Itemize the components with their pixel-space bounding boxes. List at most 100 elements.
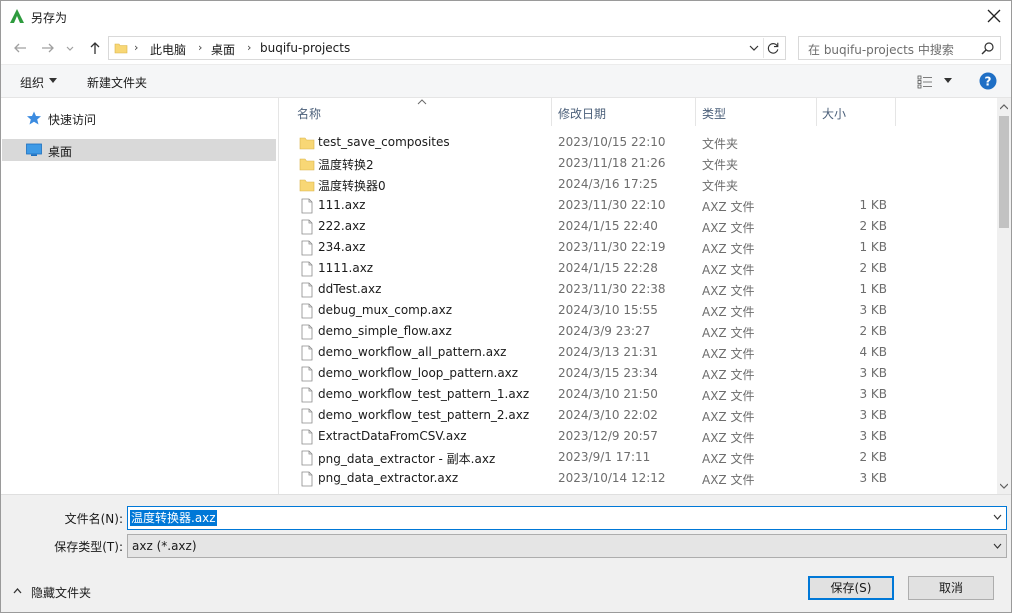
file-size: 1 KB	[859, 240, 887, 254]
nav-item-label: 快速访问	[48, 113, 97, 127]
new-folder-button[interactable]: 新建文件夹	[87, 74, 147, 91]
search-placeholder[interactable]: 在 buqifu-projects 中搜索	[808, 41, 954, 58]
filename-dropdown-icon[interactable]	[993, 514, 1002, 520]
vertical-scrollbar[interactable]	[997, 98, 1011, 494]
column-divider[interactable]	[895, 98, 896, 126]
table-row[interactable]: png_data_extractor.axz 2023/10/14 12:12 AX…	[281, 468, 997, 489]
chevron-up-icon[interactable]	[13, 588, 22, 594]
filetype-dropdown-icon[interactable]	[993, 543, 1002, 549]
back-arrow-icon[interactable]	[11, 39, 29, 57]
file-date: 2024/3/9 23:27	[558, 324, 651, 338]
file-size: 2 KB	[859, 261, 887, 275]
file-icon	[301, 324, 313, 340]
column-header-type[interactable]: 类型	[696, 98, 816, 126]
file-name: demo_simple_flow.axz	[318, 324, 452, 338]
breadcrumb-desktop[interactable]: 桌面	[211, 41, 235, 58]
file-type: AXZ 文件	[702, 473, 755, 487]
column-size-label[interactable]: 大小	[822, 105, 846, 122]
view-dropdown-icon[interactable]	[944, 78, 952, 84]
address-dropdown-icon[interactable]	[747, 41, 761, 55]
forward-arrow-icon[interactable]	[39, 39, 57, 57]
file-type: AXZ 文件	[702, 368, 755, 382]
scroll-up-icon[interactable]	[1000, 104, 1008, 110]
file-type: AXZ 文件	[702, 200, 755, 214]
organize-button[interactable]: 组织	[20, 74, 44, 91]
file-size: 1 KB	[859, 198, 887, 212]
file-icon	[301, 450, 313, 466]
file-icon	[301, 261, 313, 277]
column-date-label[interactable]: 修改日期	[558, 105, 606, 122]
table-row[interactable]: 222.axz 2024/1/15 22:40 AXZ 文件 2 KB	[281, 216, 997, 237]
recent-locations-chevron-icon[interactable]	[64, 39, 76, 57]
view-options-icon[interactable]	[917, 75, 933, 89]
hide-folders-label[interactable]: 隐藏文件夹	[31, 584, 91, 601]
filetype-select[interactable]: axz (*.axz)	[127, 534, 1007, 558]
nav-item-desktop[interactable]: 桌面	[2, 139, 276, 161]
file-type: AXZ 文件	[702, 452, 755, 466]
table-row[interactable]: ExtractDataFromCSV.axz 2023/12/9 20:57 AXZ…	[281, 426, 997, 447]
column-header-size[interactable]: 大小	[817, 98, 895, 126]
cancel-button[interactable]: 取消	[908, 576, 994, 600]
organize-dropdown-icon[interactable]	[49, 78, 57, 84]
filename-input[interactable]: 温度转换器.axz	[127, 506, 1007, 530]
table-row[interactable]: demo_workflow_loop_pattern.axz 2024/3/15 …	[281, 363, 997, 384]
file-date: 2024/1/15 22:40	[558, 219, 658, 233]
nav-item-quick-access[interactable]: 快速访问	[2, 107, 276, 129]
file-type: AXZ 文件	[702, 284, 755, 298]
column-header-date[interactable]: 修改日期	[552, 98, 695, 126]
table-row[interactable]: 234.axz 2023/11/30 22:19 AXZ 文件 1 KB	[281, 237, 997, 258]
table-row[interactable]: 温度转换器0 2024/3/16 17:25 文件夹	[281, 174, 997, 195]
file-date: 2023/11/18 21:26	[558, 156, 666, 170]
command-bar: 组织 新建文件夹 ?	[1, 64, 1011, 98]
breadcrumb-chevron-icon[interactable]: ›	[198, 41, 202, 54]
up-arrow-icon[interactable]	[86, 39, 104, 57]
close-icon[interactable]	[983, 4, 1005, 28]
file-type: AXZ 文件	[702, 305, 755, 319]
scrollbar-thumb[interactable]	[999, 116, 1009, 228]
help-icon[interactable]: ?	[979, 72, 997, 90]
breadcrumb-chevron-icon[interactable]: ›	[247, 41, 251, 54]
table-row[interactable]: demo_workflow_test_pattern_1.axz 2024/3/1…	[281, 384, 997, 405]
column-type-label[interactable]: 类型	[702, 105, 726, 122]
table-row[interactable]: png_data_extractor - 副本.axz 2023/9/1 17:1…	[281, 447, 997, 468]
table-row[interactable]: demo_workflow_test_pattern_2.axz 2024/3/1…	[281, 405, 997, 426]
file-date: 2023/10/15 22:10	[558, 135, 666, 149]
refresh-icon[interactable]	[763, 38, 783, 58]
table-row[interactable]: demo_workflow_all_pattern.axz 2024/3/13 2…	[281, 342, 997, 363]
breadcrumb-current-folder[interactable]: buqifu-projects	[260, 41, 350, 55]
filename-label: 文件名(N):	[64, 512, 123, 526]
file-name: 234.axz	[318, 240, 366, 254]
column-header-name[interactable]: 名称	[281, 98, 551, 126]
table-row[interactable]: 温度转换2 2023/11/18 21:26 文件夹	[281, 153, 997, 174]
save-button[interactable]: 保存(S)	[808, 576, 894, 600]
file-type: AXZ 文件	[702, 410, 755, 424]
file-icon	[301, 408, 313, 424]
file-size: 3 KB	[859, 408, 887, 422]
search-icon[interactable]	[980, 41, 995, 56]
column-name-label[interactable]: 名称	[297, 105, 321, 122]
table-row[interactable]: 111.axz 2023/11/30 22:10 AXZ 文件 1 KB	[281, 195, 997, 216]
file-size: 3 KB	[859, 366, 887, 380]
table-row[interactable]: ddTest.axz 2023/11/30 22:38 AXZ 文件 1 KB	[281, 279, 997, 300]
table-row[interactable]: test_save_composites 2023/10/15 22:10 文件夹	[281, 132, 997, 153]
table-row[interactable]: debug_mux_comp.axz 2024/3/10 15:55 AXZ 文件 3…	[281, 300, 997, 321]
search-box[interactable]: 在 buqifu-projects 中搜索	[798, 36, 1001, 60]
filename-value[interactable]: 温度转换器.axz	[130, 510, 217, 526]
scroll-down-icon[interactable]	[1000, 483, 1008, 489]
file-icon	[301, 198, 313, 214]
breadcrumb-this-pc[interactable]: 此电脑	[150, 41, 186, 58]
breadcrumb-chevron-icon[interactable]: ›	[134, 41, 138, 54]
table-row[interactable]: demo_simple_flow.axz 2024/3/9 23:27 AXZ 文件…	[281, 321, 997, 342]
file-name: png_data_extractor - 副本.axz	[318, 452, 496, 466]
file-type: 文件夹	[702, 158, 739, 172]
filetype-value[interactable]: axz (*.axz)	[132, 539, 197, 553]
star-icon	[27, 111, 41, 125]
file-date: 2023/11/30 22:19	[558, 240, 666, 254]
file-date: 2024/3/15 23:34	[558, 366, 658, 380]
file-size: 3 KB	[859, 471, 887, 485]
file-name: 温度转换2	[318, 158, 374, 172]
file-size: 3 KB	[859, 429, 887, 443]
address-bar[interactable]: › 此电脑 › 桌面 › buqifu-projects	[108, 36, 786, 60]
table-row[interactable]: 1111.axz 2024/1/15 22:28 AXZ 文件 2 KB	[281, 258, 997, 279]
file-name: png_data_extractor.axz	[318, 471, 459, 485]
